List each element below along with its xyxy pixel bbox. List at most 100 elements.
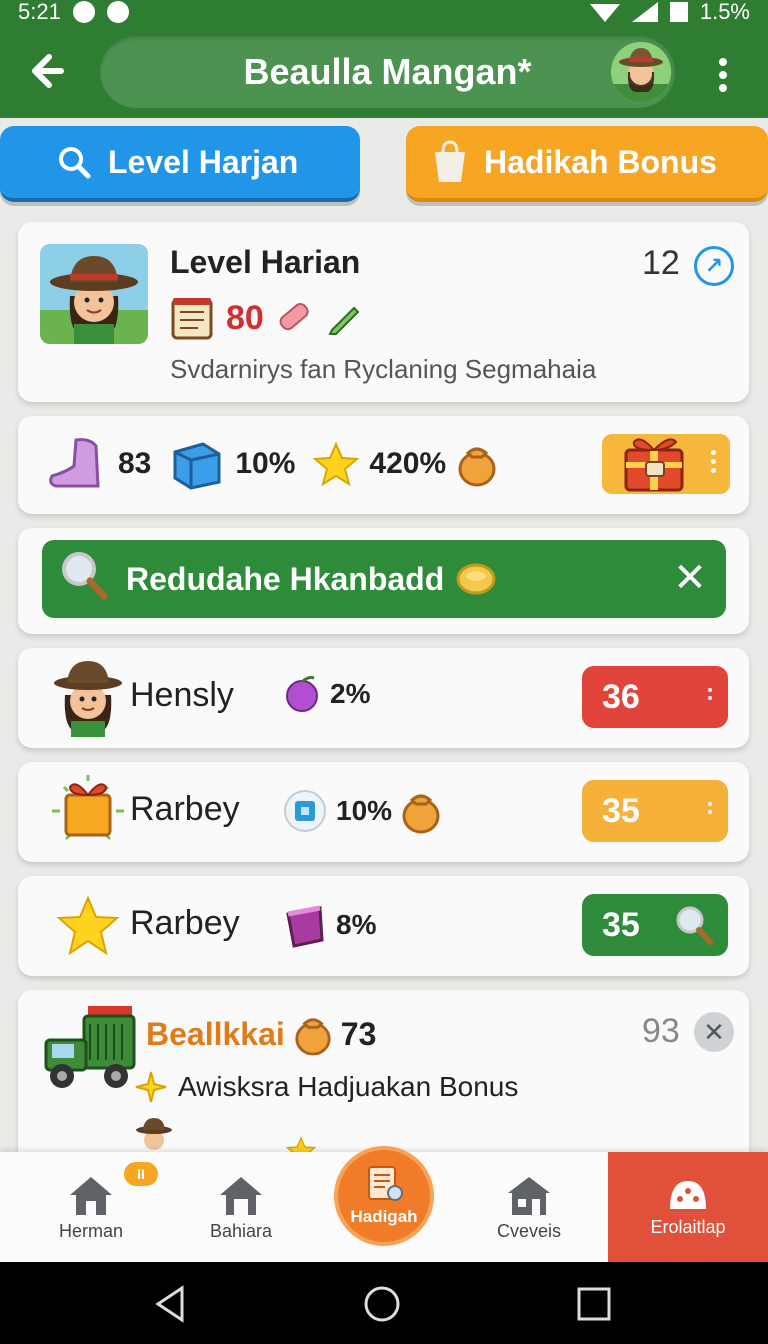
page-title: Beaulla Mangan* [243, 51, 532, 92]
external-link-icon[interactable]: ↗ [694, 246, 734, 286]
eraser-icon [279, 303, 309, 331]
recents-square-icon[interactable] [574, 1284, 614, 1324]
close-icon[interactable]: ✕ [670, 558, 710, 598]
cup-icon [286, 905, 324, 948]
nav-label: Erolaitlap [650, 1216, 726, 1237]
level-harian-card[interactable]: Level Harian 12 ↗ 80 Svdarnirys fan Rycl… [18, 222, 749, 402]
nav-label: Bahiara [209, 1220, 273, 1241]
row-stat-value: 2% [330, 678, 371, 709]
coin-bag-icon [458, 447, 496, 487]
magnifier-icon [60, 550, 108, 608]
avatar [48, 658, 128, 738]
title-pill[interactable]: Beaulla Mangan* [100, 36, 675, 108]
more-dot [711, 459, 716, 464]
nav-item-bahiara[interactable]: Bahiara [166, 1152, 316, 1262]
sparkle-icon [135, 1071, 167, 1103]
status-time: 5:21 [18, 0, 61, 24]
more-dot [708, 802, 712, 806]
tab-level-harjan[interactable]: Level Harjan [0, 126, 360, 202]
level-number: 12 [642, 244, 680, 282]
status-bar: 5:21 1.5% [0, 0, 768, 24]
search-text: Redudahe Hkanbadd [126, 560, 445, 597]
system-navigation-bar [0, 1262, 768, 1344]
nav-item-herman[interactable]: Herman II [16, 1152, 166, 1262]
home-icon [70, 1176, 112, 1215]
tab-hadikah-bonus[interactable]: Hadikah Bonus [406, 126, 768, 202]
pencil-icon [328, 306, 360, 335]
close-icon[interactable]: ✕ [694, 1012, 734, 1052]
row-name: Hensly [130, 676, 234, 714]
row-stat: 8% [282, 902, 376, 948]
row-stat: 2% [282, 674, 370, 714]
more-dot [719, 58, 727, 66]
card-title: Level Harian [170, 244, 361, 280]
avatar[interactable] [611, 42, 671, 102]
more-dot [708, 688, 712, 692]
app-bar: Beaulla Mangan* [0, 24, 768, 118]
list-item[interactable]: Rarbey 8% 35 [18, 876, 749, 976]
row-stat-value: 8% [336, 909, 377, 940]
score-row: 80 [170, 296, 364, 340]
nav-item-erolaitlap[interactable]: Erolaitlap [608, 1152, 768, 1262]
row-stat: 10% [282, 788, 442, 834]
more-options-button[interactable] [698, 50, 748, 100]
more-dot [708, 696, 712, 700]
list-item[interactable]: Rarbey 10% 35 [18, 762, 749, 862]
plum-icon [286, 676, 318, 712]
card-subtitle: Svdarnirys fan Ryclaning Segmahaia [170, 354, 597, 384]
search-card: Redudahe Hkanbadd ✕ [18, 528, 749, 634]
document-icon [368, 1166, 403, 1201]
stat-value: 420% [369, 447, 447, 480]
more-dot [711, 450, 716, 455]
bottom-navigation: Herman II Bahiara Hadigah Cveveis Erolai… [0, 1146, 768, 1262]
bonus-title: Beallkkai [146, 1015, 285, 1052]
nav-item-hadigah[interactable]: Hadigah [334, 1146, 434, 1246]
gift-box-icon [624, 438, 684, 492]
gift-button[interactable] [602, 434, 730, 494]
bonus-subtitle-row: Awisksra Hadjuakan Bonus [134, 1070, 518, 1104]
gift-bag-icon [430, 140, 470, 182]
nav-label: Cveveis [496, 1220, 562, 1241]
box-icon [173, 442, 221, 490]
boot-icon [49, 438, 100, 488]
more-dot [711, 468, 716, 473]
score-value: 80 [226, 298, 264, 337]
bonus-subtitle: Awisksra Hadjuakan Bonus [178, 1071, 519, 1102]
bonus-number: 93 [642, 1012, 680, 1050]
dome-icon [670, 1180, 706, 1209]
back-button[interactable] [20, 46, 70, 96]
home-circle-icon[interactable] [362, 1284, 402, 1324]
badge-value: 35 [602, 906, 640, 944]
badge-value: 35 [602, 792, 640, 830]
gift-more-icon[interactable] [711, 450, 716, 473]
search-bar[interactable]: Redudahe Hkanbadd ✕ [42, 540, 726, 618]
bonus-count: 73 [340, 1015, 377, 1052]
star-icon [48, 886, 128, 966]
badge-more-icon [708, 802, 712, 814]
app-notification-icon [106, 1, 129, 23]
score-badge[interactable]: 35 [582, 780, 728, 842]
nav-item-cveveis[interactable]: Cveveis [454, 1152, 604, 1262]
score-badge[interactable]: 36 [582, 666, 728, 728]
back-triangle-icon[interactable] [150, 1284, 190, 1324]
list-item[interactable]: Hensly 2% 36 [18, 648, 749, 748]
gift-box-icon [48, 772, 128, 852]
more-dot [719, 84, 727, 92]
avatar [136, 1118, 172, 1150]
bonus-title-row: Beallkkai 73 [146, 1012, 376, 1056]
battery-level: 1.5% [699, 0, 750, 24]
tab-label: Level Harjan [108, 143, 299, 180]
stats-card: 83 10% 420% [18, 416, 749, 514]
tile-icon [284, 790, 326, 832]
more-dot [708, 810, 712, 814]
stat-value: 83 [118, 447, 152, 480]
star-icon [313, 441, 360, 487]
row-name: Rarbey [130, 790, 240, 828]
nav-label: Hadigah [350, 1207, 418, 1226]
notification-icon [72, 1, 95, 23]
badge-more-icon [708, 688, 712, 700]
back-arrow-icon [32, 54, 64, 88]
stat-value: 10% [235, 447, 296, 480]
score-badge[interactable]: 35 [582, 894, 728, 956]
nav-label: Herman [58, 1220, 124, 1241]
